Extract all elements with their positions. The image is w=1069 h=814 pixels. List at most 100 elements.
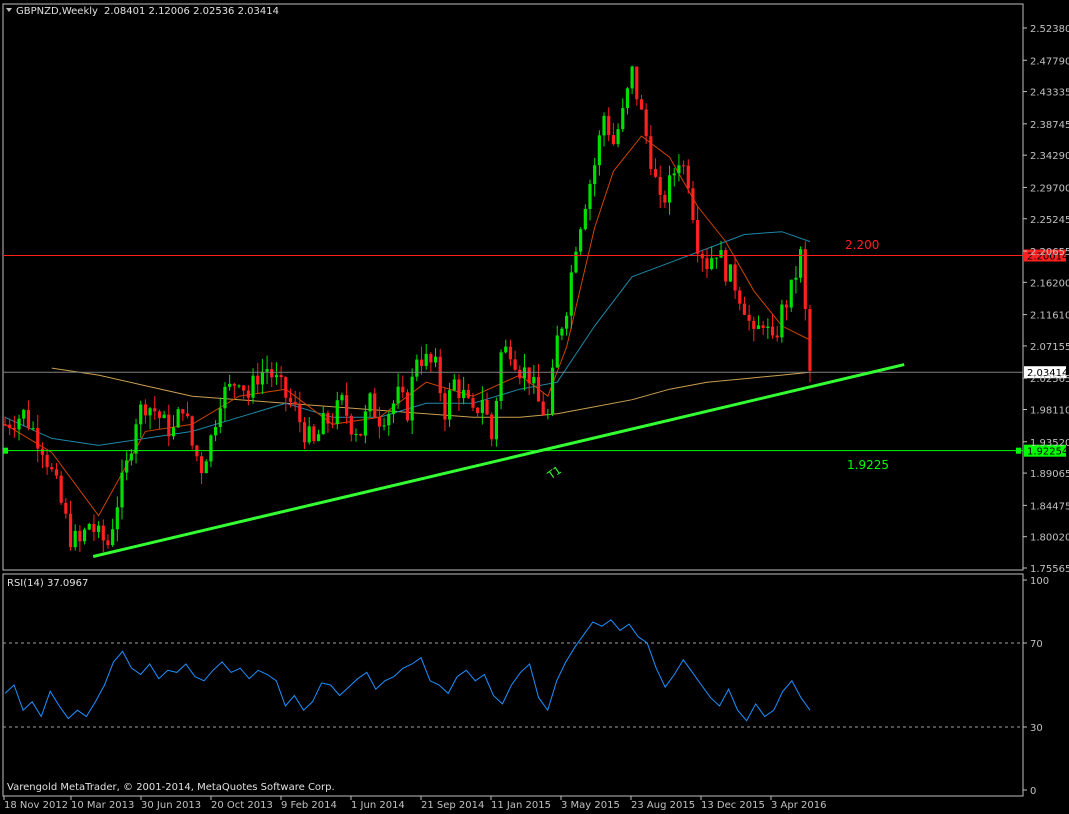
copyright-text: Varengold MetaTrader, © 2001-2014, MetaQ… [7, 782, 335, 793]
candle-body [611, 135, 615, 145]
candle-body [607, 115, 611, 136]
candle-body [391, 403, 396, 415]
candle-body [583, 208, 587, 230]
candle-body [448, 390, 452, 420]
candle-body [728, 264, 732, 282]
price-tick-label: 2.25245 [1030, 215, 1069, 226]
candle-body [630, 66, 634, 89]
candle-body [31, 428, 35, 430]
candle-body [593, 165, 597, 184]
candle-body [649, 136, 653, 170]
candle-body [494, 400, 498, 440]
candle-body [326, 413, 330, 424]
candle-body [87, 523, 91, 530]
candle-body [190, 416, 194, 446]
candle-body [696, 220, 700, 254]
candle-body [218, 408, 222, 427]
candle-body [789, 279, 793, 308]
candle-body [335, 400, 339, 424]
support-line-start-handle [3, 447, 8, 454]
candle-body [340, 395, 344, 401]
candle-body [803, 249, 807, 309]
candle-body [68, 513, 73, 548]
candle-body [134, 424, 138, 454]
price-tick-label: 2.52380 [1030, 24, 1069, 35]
candle-body [532, 377, 536, 384]
candle-body [321, 413, 325, 435]
candle-body [518, 369, 522, 379]
time-tick-label: 20 Oct 2013 [211, 800, 273, 811]
candle-body [410, 376, 414, 421]
candle-body [50, 467, 54, 470]
candle-body [387, 414, 391, 426]
candle-body [120, 472, 124, 508]
candle-body [73, 530, 77, 548]
candle-body [770, 326, 775, 336]
candle-body [223, 386, 227, 409]
candle-body [3, 424, 7, 426]
candle-body [279, 375, 283, 378]
candle-body [274, 375, 279, 378]
price-tick-label: 1.80020 [1030, 533, 1069, 544]
candle-body [368, 393, 372, 412]
candle-body [111, 529, 115, 546]
candle-body [97, 525, 101, 532]
candle-body [359, 433, 363, 436]
candle-body [377, 417, 381, 427]
candle-body [45, 454, 49, 468]
candle-body [345, 395, 349, 416]
candle-body [316, 434, 321, 442]
candle-body [602, 115, 606, 136]
candle-body [143, 404, 147, 416]
candle-body [522, 367, 527, 379]
candle-body [639, 99, 644, 110]
candle-body [555, 335, 559, 368]
candle-body [588, 183, 592, 209]
candle-body [625, 88, 630, 109]
candle-body [644, 109, 648, 137]
candle-body [101, 525, 105, 541]
candle-body [616, 129, 620, 145]
candle-body [214, 426, 218, 436]
time-tick-label: 30 Jun 2013 [141, 800, 201, 811]
candle-body [167, 414, 171, 437]
candle-body [490, 414, 494, 440]
candle-body [139, 404, 143, 425]
candle-body [799, 249, 803, 278]
candle-body [579, 229, 583, 252]
candle-body [59, 475, 63, 503]
candle-body [714, 257, 718, 259]
price-tick-label: 1.93520 [1030, 438, 1069, 449]
candle-body [485, 399, 489, 415]
candle-body [808, 308, 812, 371]
candle-body [419, 359, 424, 366]
candle-body [12, 428, 16, 430]
candle-body [115, 507, 119, 530]
candle-body [672, 173, 676, 176]
candle-body [569, 272, 573, 316]
time-tick-label: 21 Sep 2014 [421, 800, 484, 811]
rsi-tick-label: 100 [1030, 576, 1049, 587]
candle-body [560, 328, 564, 336]
price-tick-label: 2.16200 [1030, 278, 1069, 289]
candle-body [162, 414, 166, 419]
candle-body [64, 502, 68, 514]
candle-body [22, 409, 26, 419]
candle-body [228, 383, 232, 387]
candle-body [677, 165, 681, 174]
rsi-tick-label: 30 [1030, 723, 1043, 734]
candle-body [307, 426, 311, 443]
candle-body [284, 377, 288, 398]
time-tick-label: 9 Feb 2014 [281, 800, 337, 811]
candle-body [550, 367, 555, 415]
candle-body [382, 425, 386, 427]
candle-body [780, 304, 784, 338]
candle-body [541, 401, 545, 415]
candle-body [17, 418, 21, 430]
candle-body [794, 277, 798, 280]
candle-body [504, 346, 508, 353]
candle-body [373, 393, 377, 418]
support-line-end-handle [1016, 447, 1021, 454]
rsi-tick-label: 0 [1030, 786, 1036, 797]
time-tick-label: 10 Mar 2013 [71, 800, 134, 811]
